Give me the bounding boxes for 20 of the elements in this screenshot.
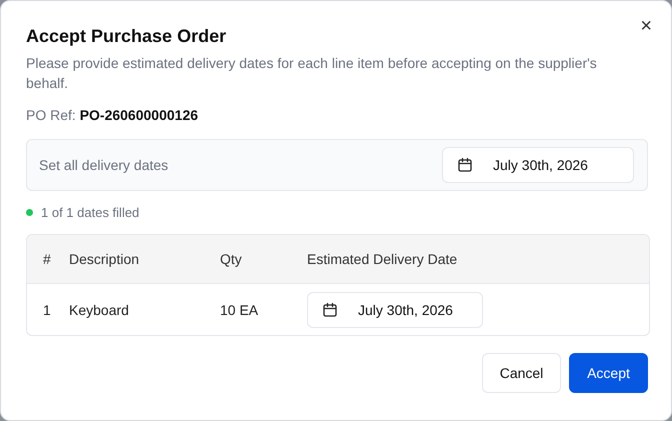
- table-cell-text: 1: [42, 302, 52, 318]
- column-header: Description: [69, 251, 140, 267]
- po-ref-label: PO Ref:: [26, 107, 76, 123]
- status-text: 1 of 1 dates filled: [41, 205, 140, 220]
- table-cell-text: 10 EA: [220, 302, 260, 318]
- calendar-icon: [457, 157, 473, 173]
- date-picker[interactable]: July 30th, 2026: [442, 147, 634, 183]
- column-header: #: [42, 251, 52, 267]
- table-cell-text: Keyboard: [69, 302, 130, 318]
- calendar-icon: [322, 302, 338, 318]
- column-header: Estimated Delivery Date: [307, 251, 458, 267]
- dialog-title: Accept Purchase Order: [26, 25, 226, 47]
- po-ref-value: PO-260600000126: [80, 107, 198, 123]
- date-picker[interactable]: July 30th, 2026: [307, 292, 483, 328]
- close-button[interactable]: ×: [640, 18, 652, 34]
- cancel-button[interactable]: Cancel: [482, 353, 561, 393]
- dialog-description: Please provide estimated delivery dates for each line item before accepting on the supplier's behalf.: [26, 54, 598, 93]
- column-header: Qty: [220, 251, 243, 267]
- bulk-date-label: Set all delivery dates: [39, 157, 168, 173]
- accept-button[interactable]: Accept: [569, 353, 648, 393]
